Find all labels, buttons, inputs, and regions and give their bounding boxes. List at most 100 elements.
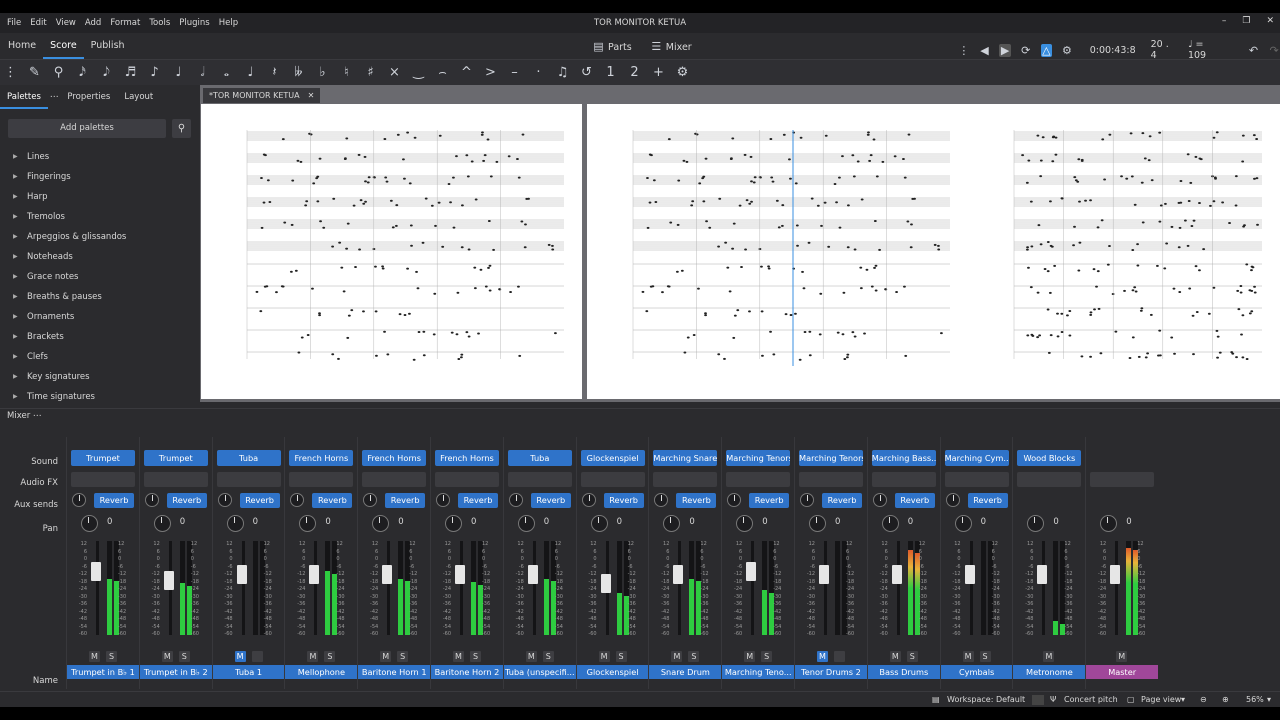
natural-icon[interactable]: ♮ [340,66,353,79]
mute-button[interactable]: M [817,651,828,662]
palette-item[interactable]: ▶ Tremolos [0,207,200,227]
tab-layout[interactable]: Layout [117,85,160,109]
pan-knob[interactable] [153,515,171,532]
tie-icon[interactable]: ‿ [412,66,425,79]
eighth-note-icon[interactable]: ♪ [148,66,161,79]
close-tab-icon[interactable]: ✕ [308,88,315,103]
score-page-1[interactable] [201,104,582,399]
sound-selector[interactable]: Marching Tenors [799,450,863,466]
solo-button[interactable]: S [397,651,409,662]
parts-button[interactable]: ▤ Parts [592,40,631,53]
pan-knob[interactable] [736,515,754,532]
sound-selector[interactable]: Trumpet [143,450,208,466]
rest-icon[interactable]: 𝄽 [268,66,281,79]
volume-fader[interactable] [382,564,393,584]
menu-plugins[interactable]: Plugins [179,18,209,28]
sound-selector[interactable]: Tuba [216,450,281,466]
sound-selector[interactable]: Trumpet [71,450,135,466]
mixer-button[interactable]: ☰ Mixer [650,40,691,53]
reverb-button[interactable]: Reverb [312,493,353,508]
score-page-3[interactable] [968,104,1280,399]
tab-home[interactable]: Home [1,33,43,59]
tenuto-icon[interactable]: – [508,66,521,79]
channel-name[interactable]: Master [1086,665,1159,679]
channel-name[interactable]: Metronome [1013,665,1086,679]
minimize-icon[interactable]: – [1222,16,1227,26]
audio-fx-slot[interactable] [216,472,281,487]
menu-edit[interactable]: Edit [30,18,46,28]
pin-icon[interactable]: ⚲ [52,66,65,79]
sound-selector[interactable]: Glockenspiel [580,450,645,466]
audio-fx-slot[interactable] [435,472,499,487]
palette-item[interactable]: ▶ Time signatures [0,387,200,407]
reverb-button[interactable]: Reverb [239,493,280,508]
menu-tools[interactable]: Tools [149,18,170,28]
sound-selector[interactable]: Marching Tenors [726,450,791,466]
palette-item[interactable]: ▶ Breaths & pauses [0,287,200,307]
sound-selector[interactable]: Marching Bass... [871,450,936,466]
reverb-button[interactable]: Reverb [749,493,790,508]
quarter-note-icon[interactable]: ♩ [172,66,185,79]
aux-send-knob[interactable] [144,493,159,507]
audio-fx-slot[interactable] [71,472,135,487]
pan-knob[interactable] [445,515,462,532]
sound-selector[interactable]: French Horns [362,450,427,466]
metronome-icon[interactable]: △ [1040,43,1053,57]
play-icon[interactable]: ▶ [999,43,1011,57]
marcato-icon[interactable]: ^ [460,66,473,79]
pan-knob[interactable] [517,515,535,532]
volume-fader[interactable] [964,564,975,584]
reverb-button[interactable]: Reverb [676,493,717,508]
double-flat-icon[interactable]: 𝄫 [292,66,305,79]
channel-name[interactable]: Tenor Drums 2 [795,665,867,679]
score-page-2[interactable] [587,104,968,399]
audio-fx-slot[interactable] [726,472,791,487]
channel-name[interactable]: Bass Drums [867,665,940,679]
solo-button[interactable]: S [615,651,627,662]
pan-knob[interactable] [663,515,681,532]
voice-1-icon[interactable]: 1 [604,66,617,79]
sound-selector[interactable]: Wood Blocks [1017,450,1082,466]
audio-fx-slot[interactable] [1090,472,1155,487]
add-palettes-button[interactable]: Add palettes [8,119,166,138]
solo-button[interactable]: S [106,651,117,662]
channel-name[interactable]: Snare Drum [649,665,722,679]
volume-fader[interactable] [819,564,829,584]
palette-item[interactable]: ▶ Clefs [0,347,200,367]
mute-button[interactable]: M [161,651,173,662]
aux-send-knob[interactable] [581,493,596,507]
mute-button[interactable]: M [525,651,537,662]
solo-button[interactable] [834,651,845,662]
palette-item[interactable]: ▶ Grace notes [0,267,200,287]
concert-pitch-label[interactable]: Concert pitch [1064,695,1118,704]
reverb-button[interactable]: Reverb [385,493,426,508]
audio-fx-slot[interactable] [799,472,863,487]
reverb-button[interactable]: Reverb [967,493,1008,508]
palette-item[interactable]: ▶ Ornaments [0,307,200,327]
panel-menu-icon[interactable]: ⋯ [48,85,61,109]
aux-send-knob[interactable] [945,493,960,507]
menu-view[interactable]: View [56,18,76,28]
pan-knob[interactable] [299,515,317,532]
mute-button[interactable]: M [889,651,901,662]
mute-button[interactable]: M [598,651,610,662]
sound-selector[interactable]: Marching Snares [653,450,718,466]
audio-fx-slot[interactable] [362,472,427,487]
sound-selector[interactable]: French Horns [435,450,499,466]
aux-send-knob[interactable] [217,493,232,507]
volume-fader[interactable] [673,564,684,584]
chevron-down-icon[interactable]: ▾ [1181,695,1185,704]
channel-name[interactable]: Cymbals [940,665,1013,679]
volume-fader[interactable] [746,561,757,581]
aux-send-knob[interactable] [800,493,814,507]
flip-icon[interactable]: ↺ [580,66,593,79]
audio-fx-slot[interactable] [580,472,645,487]
flat-icon[interactable]: ♭ [316,66,329,79]
mute-button[interactable]: M [1116,651,1128,662]
customize-toolbar-icon[interactable]: ⚙ [676,66,689,79]
mute-button[interactable]: M [744,651,756,662]
tab-score[interactable]: Score [43,33,84,59]
restore-icon[interactable]: ❐ [1242,16,1250,26]
volume-fader[interactable] [163,571,174,591]
mute-button[interactable]: M [453,651,464,662]
